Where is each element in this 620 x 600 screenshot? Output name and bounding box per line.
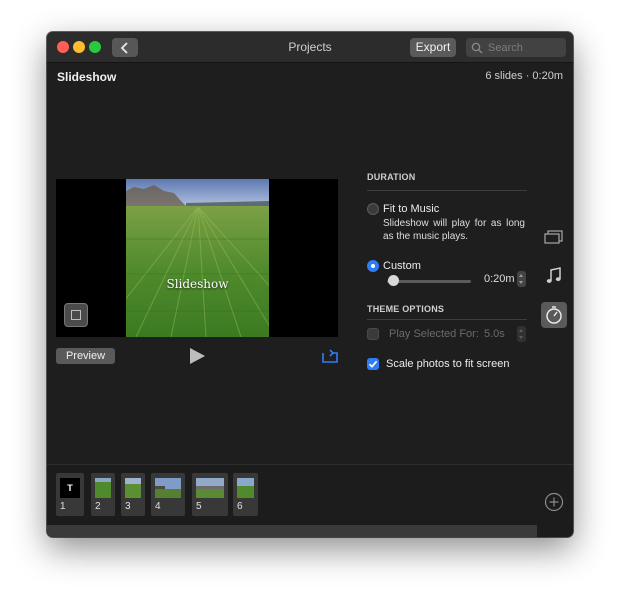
slide-number: 4 [155,501,161,512]
duration-value: 0:20m [484,273,515,285]
add-slide-icon[interactable] [544,492,564,512]
theme-divider [367,319,527,320]
app-window: Projects Export Search Slideshow 6 slide… [47,32,573,537]
duration-heading: DURATION [367,172,416,182]
filmstrip-item[interactable]: 4 [151,473,185,516]
checkmark-icon [368,360,378,368]
slide-number: 6 [237,501,243,512]
search-icon [471,42,483,53]
duration-stepper[interactable] [517,271,526,287]
project-info: 6 slides · 0:20m [485,70,563,82]
duration-tab-button[interactable] [541,302,567,328]
photo-thumbnail [196,478,224,498]
custom-duration-radio[interactable] [367,260,379,272]
duration-slider-track[interactable] [387,280,471,283]
filmstrip-item[interactable]: 2 [91,473,115,516]
preview-button[interactable]: Preview [56,348,115,364]
photo-thumbnail [237,478,254,498]
title-slide-thumbnail: T [60,478,80,498]
filmstrip-item[interactable]: 5 [192,473,228,516]
stopwatch-icon [546,306,562,324]
search-input[interactable]: Search [466,38,566,57]
filmstrip-scrollbar[interactable] [47,525,537,537]
slides-icon[interactable] [542,230,564,244]
duration-divider [367,190,527,191]
back-button[interactable] [112,38,138,57]
fit-to-music-description: Slideshow will play for as long as the m… [383,218,525,242]
search-placeholder: Search [488,41,523,54]
photo-thumbnail [95,478,111,498]
slide-title-overlay: Slideshow [166,277,229,291]
grass-field-image [126,179,269,337]
theme-options-heading: THEME OPTIONS [367,304,445,314]
preview-photo [126,179,269,337]
chevron-left-icon [120,41,128,54]
play-selected-stepper[interactable] [517,326,526,342]
fit-to-music-radio[interactable] [367,203,379,215]
play-icon[interactable] [188,347,206,365]
fit-to-music-label: Fit to Music [383,203,440,215]
music-note-icon[interactable] [545,267,563,285]
filmstrip-item[interactable]: T 1 [56,473,84,516]
slide-number: 2 [95,501,101,512]
close-window-button[interactable] [57,41,69,53]
scale-photos-checkbox[interactable] [367,358,379,370]
ken-burns-crop-button[interactable] [64,303,88,327]
custom-duration-label: Custom [383,260,421,272]
minimize-window-button[interactable] [73,41,85,53]
scale-photos-label: Scale photos to fit screen [386,358,510,370]
title-bar: Projects Export Search [47,32,573,63]
filmstrip-item[interactable]: 3 [121,473,145,516]
slide-number: 1 [60,501,66,512]
duration-slider-handle[interactable] [388,275,399,286]
play-selected-checkbox[interactable] [367,328,379,340]
export-button[interactable]: Export [410,38,456,57]
photo-thumbnail [125,478,141,498]
play-selected-label: Play Selected For: [389,328,479,340]
project-title: Slideshow [57,70,117,84]
slide-number: 3 [125,501,131,512]
preview-viewer: Slideshow [56,179,338,337]
slide-number: 5 [196,501,202,512]
play-selected-value: 5.0s [484,328,505,340]
zoom-window-button[interactable] [89,41,101,53]
loop-icon[interactable] [321,348,339,364]
photo-thumbnail [155,478,181,498]
filmstrip-item[interactable]: 6 [233,473,258,516]
